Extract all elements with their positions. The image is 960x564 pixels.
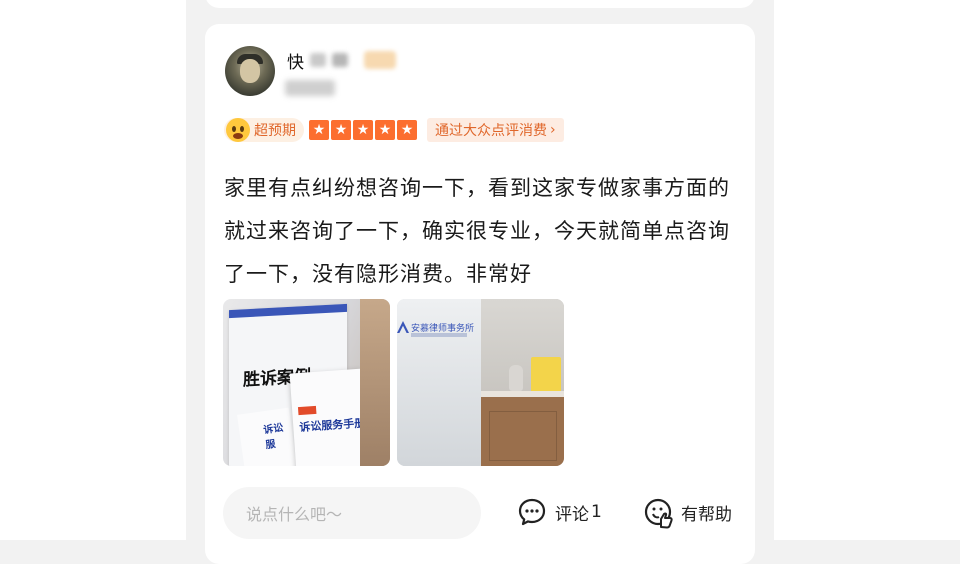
avatar-face: [240, 59, 260, 83]
comment-count: 1: [591, 502, 602, 522]
user-name: 快: [287, 52, 304, 73]
comment-label: 评论: [555, 504, 589, 525]
vase: [509, 365, 523, 391]
book-title: 诉讼服: [262, 422, 285, 452]
review-text: 家里有点纠纷想咨询一下，看到这家专做家事方面的就过来咨询了一下，确实很专业，今天…: [224, 176, 730, 286]
comment-input[interactable]: 说点什么吧～: [223, 487, 481, 539]
review-photo[interactable]: 安慕律师事务所: [397, 299, 564, 466]
user-name-row[interactable]: 快: [287, 48, 396, 73]
review-photo[interactable]: 胜诉案例 诉讼服 诉讼服务手册: [223, 299, 390, 466]
chevron-right-icon: ›: [550, 122, 556, 138]
star-icon: ★: [353, 120, 373, 140]
thumbs-up-face-icon: [643, 497, 673, 529]
yellow-box: [531, 357, 561, 393]
expectation-label: 超预期: [254, 123, 296, 139]
comment-bubble-icon: [517, 497, 547, 527]
book-image: 诉讼服: [237, 407, 297, 466]
user-name-blurred: [332, 53, 348, 67]
star-icon: ★: [375, 120, 395, 140]
previous-review-card: [205, 0, 755, 8]
user-level-badge: [364, 51, 396, 69]
glass-door: 安慕律师事务所: [397, 299, 481, 466]
source-tag[interactable]: 通过大众点评消费 ›: [427, 118, 564, 142]
star-icon: ★: [309, 120, 329, 140]
user-avatar[interactable]: [225, 46, 275, 96]
cabinet-drawer: [489, 411, 557, 461]
background-right: [774, 0, 960, 540]
comment-button[interactable]: 评论 1: [517, 494, 602, 530]
book-image: 诉讼服务手册: [289, 368, 369, 466]
star-icon: ★: [397, 120, 417, 140]
star-icon: ★: [331, 120, 351, 140]
background-left: [0, 0, 186, 540]
user-subinfo-blurred: [285, 80, 335, 96]
firm-logo-icon: [397, 321, 409, 333]
user-name-blurred: [310, 53, 326, 67]
review-card: 快 超预期 ★ ★ ★ ★ ★ 通过大众点评消费 › 家里有点纠纷想咨询一下，看…: [205, 24, 755, 564]
wooden-panel: [360, 299, 390, 466]
helpful-label: 有帮助: [681, 504, 732, 525]
book-title: 诉讼服务手册: [298, 416, 366, 435]
review-tag-row: 超预期 ★ ★ ★ ★ ★ 通过大众点评消费 ›: [224, 117, 564, 143]
star-rating: ★ ★ ★ ★ ★: [309, 120, 417, 140]
helpful-button[interactable]: 有帮助: [643, 494, 732, 530]
source-label: 通过大众点评消费: [435, 123, 547, 139]
expectation-tag: 超预期: [224, 118, 304, 142]
surprised-face-icon: [226, 118, 250, 142]
